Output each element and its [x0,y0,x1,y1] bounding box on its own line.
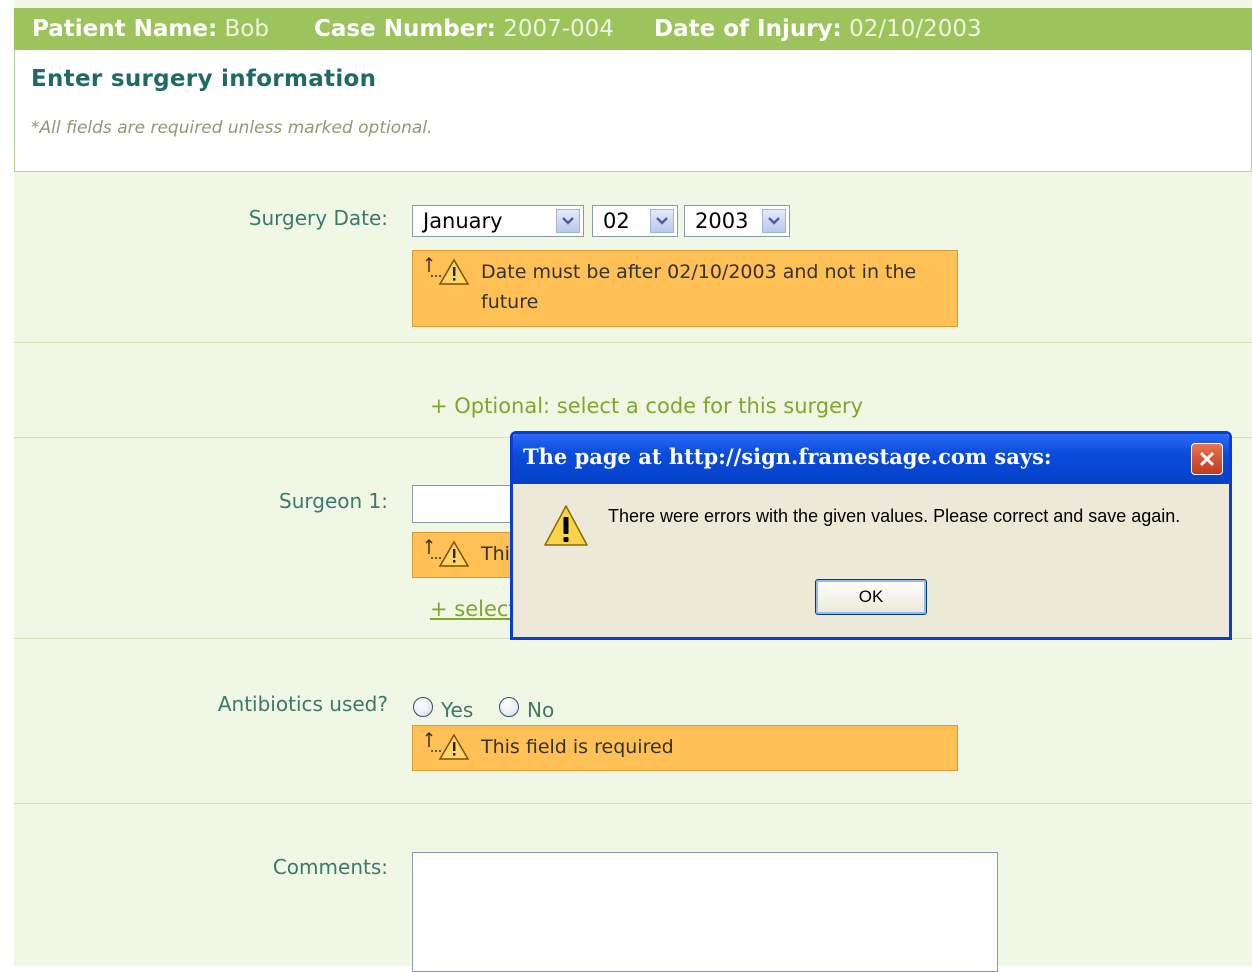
surgery-date-label: Surgery Date: [248,206,388,230]
date-of-injury-value: 02/10/2003 [849,16,982,42]
surgeon-label: Surgeon 1: [279,489,388,513]
antibiotics-error-text: This field is required [481,736,674,758]
antibiotics-yes-radio[interactable] [413,697,433,717]
case-number-group: Case Number: 2007-004 [314,8,614,50]
antibiotics-yes-label[interactable]: Yes [441,698,473,722]
year-select-value: 2003 [695,209,749,233]
antibiotics-label: Antibiotics used? [217,692,388,716]
antibiotics-no-label[interactable]: No [527,698,554,722]
warning-triangle-icon [423,538,473,568]
dialog-message: There were errors with the given values.… [608,506,1181,526]
month-select[interactable]: January [412,205,584,237]
dialog-titlebar[interactable]: The page at http://sign.framestage.com s… [513,434,1229,484]
date-of-injury-group: Date of Injury: 02/10/2003 [654,8,982,50]
required-note: *All fields are required unless marked o… [31,118,433,138]
antibiotics-no-radio[interactable] [499,697,519,717]
form-title: Enter surgery information [31,66,377,92]
select-code-link[interactable]: + Optional: select a code for this surge… [430,394,863,418]
day-select[interactable]: 02 [592,205,678,237]
case-number-value: 2007-004 [503,16,614,42]
case-number-label: Case Number: [314,16,496,42]
form-title-box: Enter surgery information *All fields ar… [14,50,1252,172]
divider [14,803,1252,804]
comments-textarea[interactable] [412,852,998,972]
exclamation-icon [543,504,589,548]
day-select-value: 02 [603,209,630,233]
divider [14,342,1252,343]
antibiotics-error: This field is required [412,725,958,771]
warning-triangle-icon [423,256,473,286]
patient-name-value: Bob [224,16,269,42]
warning-triangle-icon [423,731,473,761]
patient-header: Patient Name: Bob Case Number: 2007-004 … [14,8,1252,50]
year-select[interactable]: 2003 [684,205,790,237]
date-of-injury-label: Date of Injury: [654,16,842,42]
chevron-down-icon[interactable] [556,209,580,233]
comments-label: Comments: [272,855,388,879]
select-surgeon-link[interactable]: + select [430,597,517,621]
dialog-title: The page at http://sign.framestage.com s… [523,444,1052,469]
ok-button[interactable]: OK [815,579,927,615]
close-x-icon[interactable] [1191,443,1223,475]
chevron-down-icon[interactable] [650,209,674,233]
surgery-date-error: Date must be after 02/10/2003 and not in… [412,250,958,327]
month-select-value: January [423,209,503,233]
patient-name-group: Patient Name: Bob [32,8,269,50]
alert-dialog: The page at http://sign.framestage.com s… [510,431,1232,640]
chevron-down-icon[interactable] [762,209,786,233]
surgery-date-error-text: Date must be after 02/10/2003 and not in… [481,261,917,313]
patient-name-label: Patient Name: [32,16,218,42]
